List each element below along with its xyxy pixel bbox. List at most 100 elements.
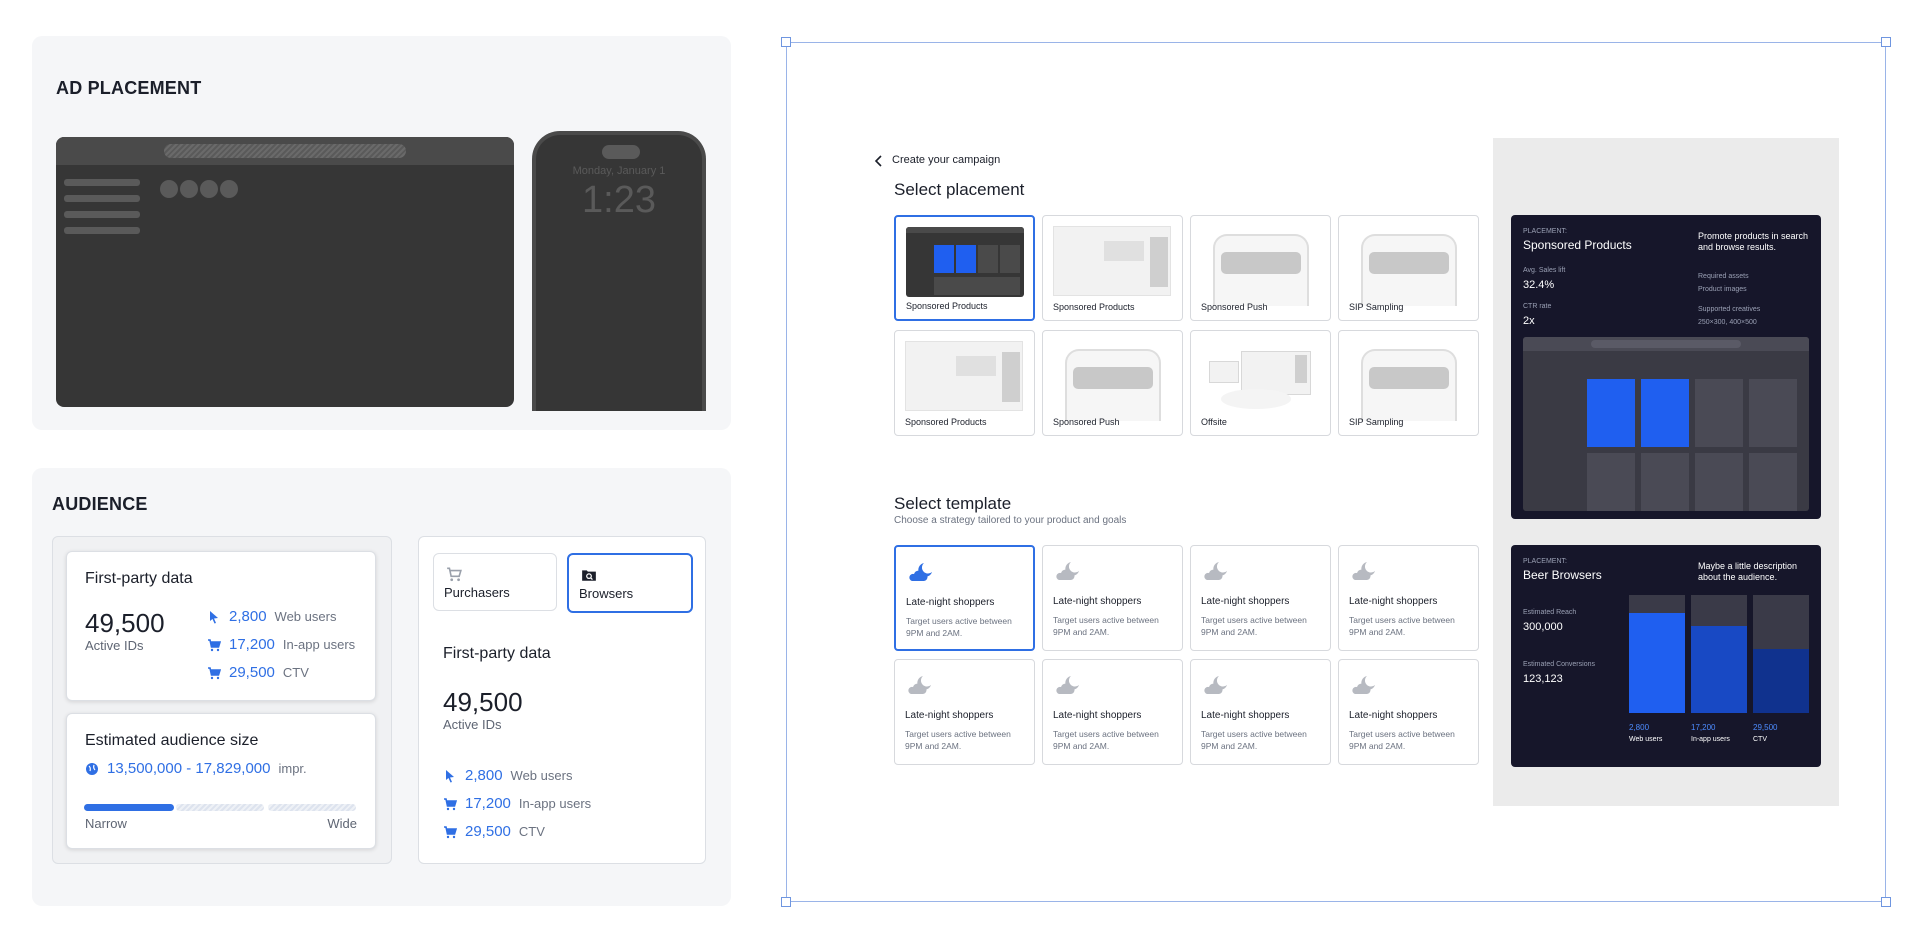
preview-kicker: PLACEMENT:	[1523, 228, 1567, 235]
narrow-label: Narrow	[85, 816, 127, 831]
thumb-card	[1209, 361, 1239, 383]
bar-value: 2,800	[1629, 723, 1650, 732]
metric-label: CTR rate	[1523, 303, 1552, 310]
placement-heading: Select placement	[894, 180, 1025, 199]
browser-toolbar	[56, 137, 514, 165]
bar-value: 29,500	[1753, 723, 1778, 732]
detail-title: First-party data	[443, 645, 551, 662]
cart-icon	[443, 797, 457, 811]
thumb-block	[1150, 237, 1168, 287]
bar-track	[1629, 595, 1685, 713]
template-tile[interactable]: Late-night shoppers Target users active …	[1338, 545, 1479, 651]
template-tile[interactable]: Late-night shoppers Target users active …	[894, 545, 1035, 651]
template-tile[interactable]: Late-night shoppers Target users active …	[1190, 545, 1331, 651]
meter-fill	[84, 804, 174, 811]
template-description: Target users active between 9PM and 2AM.	[906, 616, 1012, 638]
preview-tile	[1641, 453, 1689, 511]
placement-tile[interactable]: Sponsored Products	[894, 330, 1035, 436]
placement-label: Sponsored Push	[1201, 302, 1268, 312]
bar-fill	[1691, 626, 1747, 713]
cart-icon	[207, 638, 221, 652]
sidebar-line	[64, 179, 140, 186]
preview-tile	[1695, 453, 1743, 511]
template-tile[interactable]: Late-night shoppers Target users active …	[1042, 545, 1183, 651]
stat-label: In-app users	[282, 637, 356, 652]
placement-tile[interactable]: SIP Sampling	[1338, 330, 1479, 436]
preview-tile	[1749, 453, 1797, 511]
preview-tile	[1641, 379, 1689, 447]
stat-label: In-app users	[518, 796, 592, 811]
reach-value: 300,000	[1523, 621, 1563, 633]
placement-tile[interactable]: Sponsored Push	[1190, 215, 1331, 321]
thumb-tile	[934, 277, 1020, 295]
resize-handle[interactable]	[781, 897, 791, 907]
first-party-card: First-party data 49,500 Active IDs 2,800…	[66, 551, 376, 701]
template-title: Late-night shoppers	[905, 710, 994, 721]
template-tile[interactable]: Late-night shoppers Target users active …	[894, 659, 1035, 765]
template-title: Late-night shoppers	[1201, 710, 1290, 721]
cursor-icon	[443, 769, 457, 783]
placement-tile[interactable]: SIP Sampling	[1338, 215, 1479, 321]
first-party-title: First-party data	[85, 570, 193, 587]
stat-value: 2,800	[465, 767, 503, 784]
preview-description: Maybe a little description about the aud…	[1698, 561, 1798, 582]
phone-thumbnail	[1361, 349, 1457, 421]
template-title: Late-night shoppers	[1201, 596, 1290, 607]
placement-label: Sponsored Products	[1053, 302, 1135, 312]
template-title: Late-night shoppers	[906, 597, 995, 608]
stat-label: CTV	[282, 665, 309, 680]
chevron-left-icon	[874, 154, 884, 167]
stat-value: 17,200	[229, 636, 275, 653]
thumb-tile	[934, 245, 954, 273]
template-heading: Select template	[894, 494, 1012, 513]
phone-notch	[602, 145, 640, 159]
creatives-value: 250×300, 400×500	[1698, 319, 1757, 326]
cart-icon	[443, 825, 457, 839]
placement-preview-card: PLACEMENT: Sponsored Products Promote pr…	[1511, 215, 1821, 519]
metric-value: 2x	[1523, 315, 1535, 327]
stat-value: 17,200	[465, 795, 511, 812]
bar-track	[1691, 595, 1747, 713]
bar-fill	[1629, 613, 1685, 713]
browser-address-bar	[164, 144, 406, 158]
audience-size-meter	[84, 804, 356, 811]
thumb-floor	[1221, 389, 1291, 409]
resize-handle[interactable]	[1881, 37, 1891, 47]
placement-tile[interactable]: Sponsored Products	[894, 215, 1035, 321]
resize-handle[interactable]	[1881, 897, 1891, 907]
placement-tile[interactable]: Sponsored Products	[1042, 215, 1183, 321]
phone-date: Monday, January 1	[572, 165, 666, 177]
placement-label: Sponsored Products	[906, 301, 988, 311]
metric-value: 32.4%	[1523, 279, 1555, 291]
tab-browsers[interactable]: Browsers	[567, 553, 693, 613]
template-title: Late-night shoppers	[1349, 596, 1438, 607]
template-tile[interactable]: Late-night shoppers Target users active …	[1338, 659, 1479, 765]
preview-tile	[1587, 453, 1635, 511]
phone-thumbnail	[1065, 349, 1161, 421]
estimated-audience-card: Estimated audience size 13,500,000 - 17,…	[66, 713, 376, 849]
thumb-block	[1002, 352, 1020, 402]
resize-handle[interactable]	[781, 37, 791, 47]
assets-label: Required assets	[1698, 273, 1749, 280]
placement-tile[interactable]: Offsite	[1190, 330, 1331, 436]
tab-purchasers[interactable]: Purchasers	[433, 553, 557, 611]
template-description: Target users active between 9PM and 2AM.	[1349, 729, 1455, 751]
stat-web-users: 2,800 Web users	[207, 608, 336, 625]
stat-label: Web users	[510, 768, 573, 783]
bar-caption: 17,200 In-app users	[1691, 723, 1747, 743]
bar-value: 17,200	[1691, 723, 1716, 732]
template-description: Target users active between 9PM and 2AM.	[1053, 729, 1159, 751]
thumb-tile	[978, 245, 998, 273]
sidebar-line	[64, 211, 140, 218]
template-subheading: Choose a strategy tailored to your produ…	[894, 515, 1127, 526]
template-tile[interactable]: Late-night shoppers Target users active …	[1042, 659, 1183, 765]
placement-tile[interactable]: Sponsored Push	[1042, 330, 1183, 436]
template-tile[interactable]: Late-night shoppers Target users active …	[1190, 659, 1331, 765]
back-label: Create your campaign	[892, 154, 1001, 166]
back-button[interactable]: Create your campaign	[874, 154, 1001, 167]
placement-label: Sponsored Push	[1053, 417, 1120, 427]
placeholder-dot	[200, 180, 218, 198]
audience-preview-card: PLACEMENT: Beer Browsers Maybe a little …	[1511, 545, 1821, 767]
reach-bars	[1629, 595, 1809, 713]
stat-label: CTV	[518, 824, 545, 839]
